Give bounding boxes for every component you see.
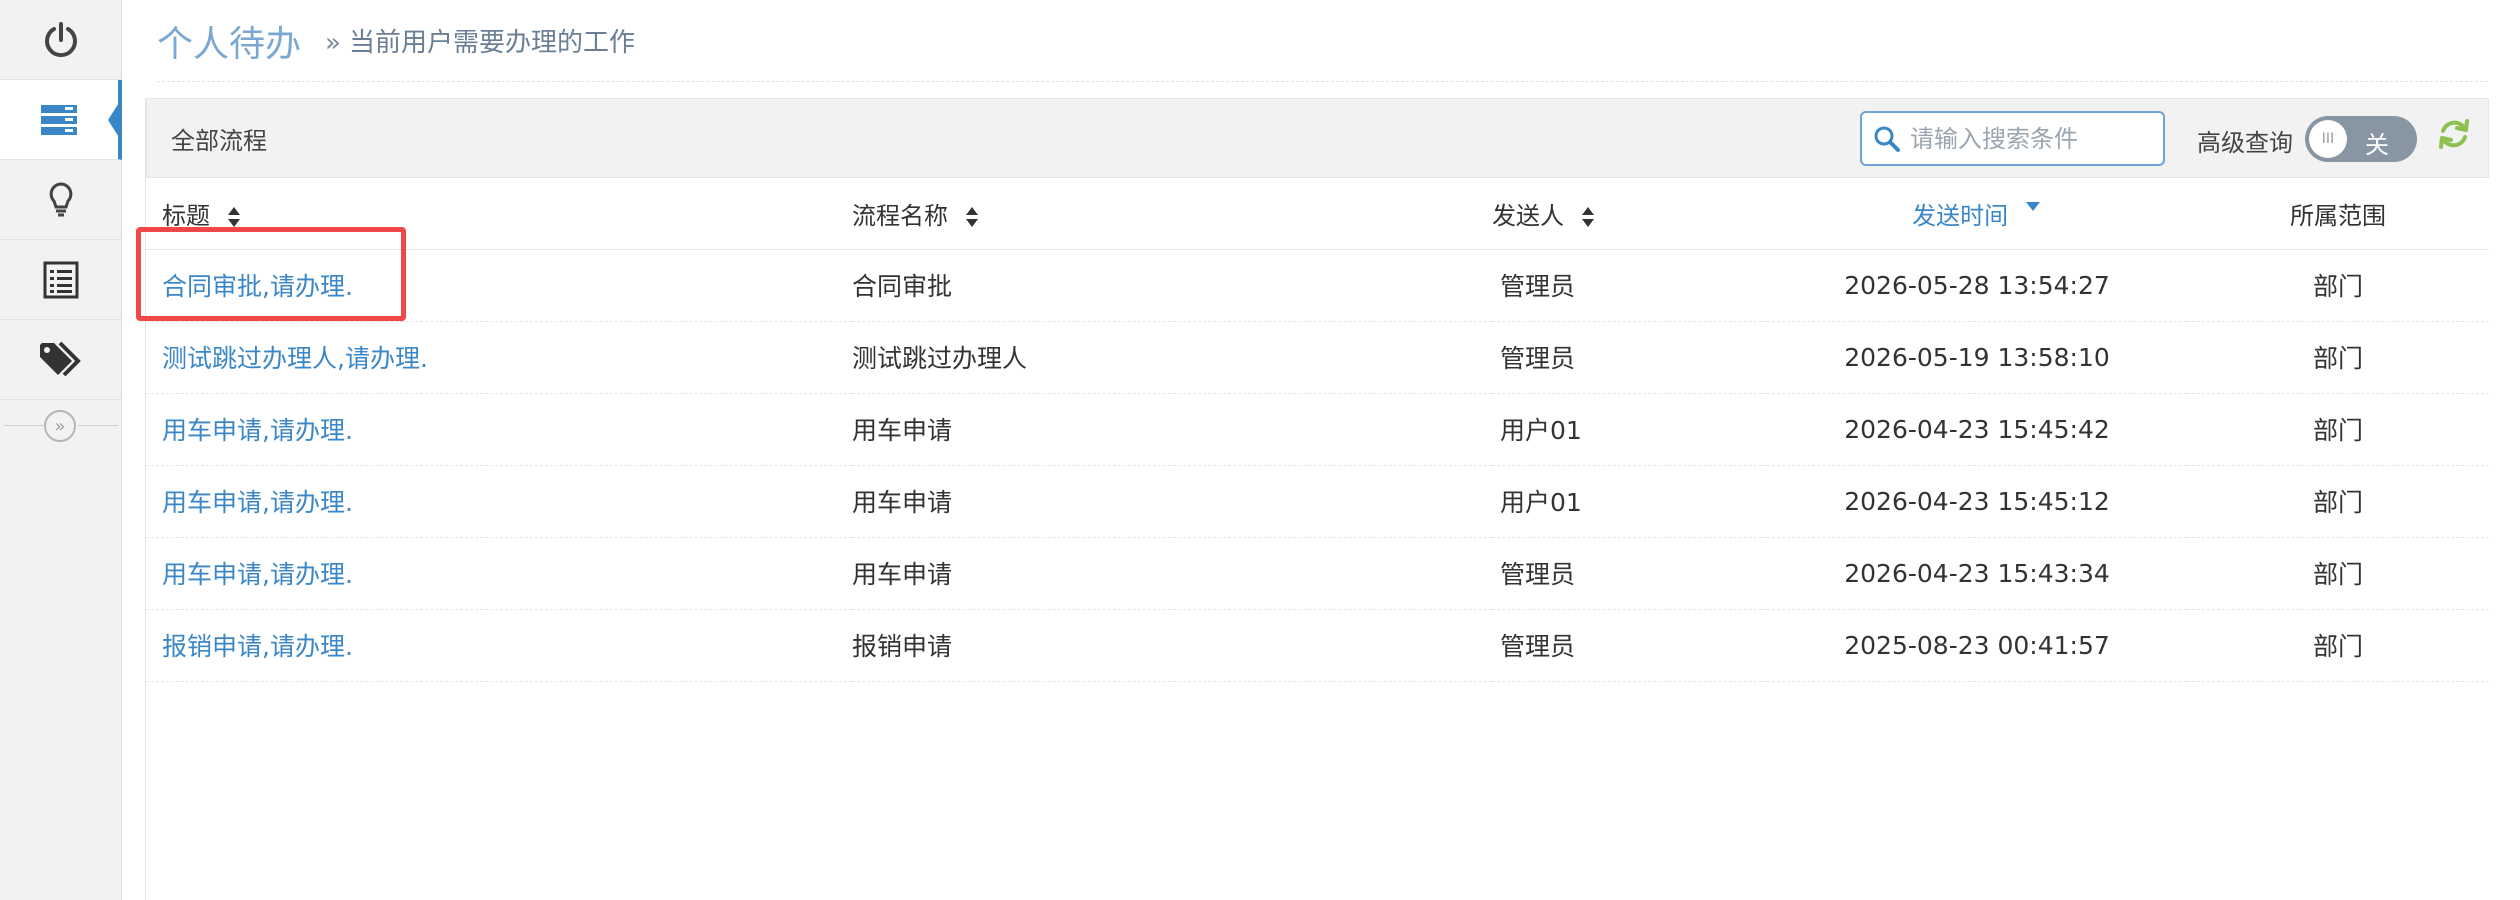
title-link[interactable]: 用车申请,请办理. bbox=[162, 488, 353, 517]
cell-flow: 测试跳过办理人 bbox=[852, 321, 1492, 394]
cell-title: 合同审批,请办理. bbox=[136, 227, 852, 322]
title-link[interactable]: 用车申请,请办理. bbox=[162, 560, 353, 589]
sidebar-item-documents[interactable] bbox=[0, 240, 122, 320]
advanced-query-toggle[interactable]: III 关 bbox=[2305, 116, 2417, 162]
chevron-right-icon: » bbox=[325, 28, 341, 58]
page-subtitle-text: 当前用户需要办理的工作 bbox=[348, 28, 635, 58]
column-header-flow[interactable]: 流程名称 bbox=[852, 178, 1492, 250]
cell-sender: 管理员 bbox=[1492, 609, 1767, 682]
cell-title: 用车申请,请办理. bbox=[146, 537, 852, 610]
page-title: 个人待办 bbox=[157, 23, 302, 65]
sidebar-collapse-button[interactable]: » bbox=[0, 400, 122, 450]
cell-scope: 部门 bbox=[2187, 393, 2489, 466]
workflow-panel: 全部流程 高级查询 III 关 bbox=[136, 98, 2489, 900]
table-row[interactable]: 用车申请,请办理. 用车申请 用户01 2026-04-23 15:45:42 部门 bbox=[146, 393, 2489, 466]
table-row[interactable]: 合同审批,请办理. 合同审批 管理员 2026-05-28 13:54:27 部门 bbox=[136, 227, 2489, 322]
cell-flow: 用车申请 bbox=[852, 393, 1492, 466]
title-link[interactable]: 合同审批,请办理. bbox=[136, 227, 406, 321]
search-icon bbox=[1874, 126, 1900, 152]
table-row[interactable]: 用车申请,请办理. 用车申请 管理员 2026-04-23 15:43:34 部门 bbox=[146, 537, 2489, 610]
page-header: 个人待办 » 当前用户需要办理的工作 bbox=[157, 0, 2488, 82]
lightbulb-icon bbox=[49, 181, 73, 216]
cell-title: 报销申请,请办理. bbox=[146, 609, 852, 682]
cell-scope: 部门 bbox=[2187, 537, 2489, 610]
sidebar-item-power[interactable] bbox=[0, 0, 122, 80]
tags-icon bbox=[40, 341, 81, 376]
table-row[interactable]: 测试跳过办理人,请办理. 测试跳过办理人 管理员 2026-05-19 13:58:1… bbox=[146, 321, 2489, 394]
cell-time: 2026-05-19 13:58:10 bbox=[1767, 321, 2187, 394]
toolbar: 全部流程 高级查询 III 关 bbox=[146, 98, 2489, 178]
cell-flow: 合同审批 bbox=[852, 249, 1492, 322]
column-header-scope[interactable]: 所属范围 bbox=[2187, 178, 2489, 250]
workflow-table: 标题 流程名称 发送人 发送时间 所属范围 合同审批,请办理. 合同审批 管理员… bbox=[136, 178, 2489, 682]
cell-title: 用车申请,请办理. bbox=[146, 465, 852, 538]
table-row[interactable]: 用车申请,请办理. 用车申请 用户01 2026-04-23 15:45:12 部门 bbox=[146, 465, 2489, 538]
cell-flow: 用车申请 bbox=[852, 465, 1492, 538]
sidebar-item-ideas[interactable] bbox=[0, 160, 122, 240]
toolbar-label: 全部流程 bbox=[171, 127, 267, 155]
sort-desc-icon bbox=[2025, 201, 2040, 211]
cell-sender: 管理员 bbox=[1492, 537, 1767, 610]
cell-time: 2026-04-23 15:45:42 bbox=[1767, 393, 2187, 466]
cell-time: 2026-04-23 15:45:12 bbox=[1767, 465, 2187, 538]
search-box[interactable] bbox=[1860, 111, 2165, 166]
cell-sender: 管理员 bbox=[1492, 321, 1767, 394]
toggle-state-label: 关 bbox=[2365, 131, 2389, 159]
cell-sender: 用户01 bbox=[1492, 393, 1767, 466]
cell-sender: 用户01 bbox=[1492, 465, 1767, 538]
table-header-row: 标题 流程名称 发送人 发送时间 所属范围 bbox=[146, 178, 2489, 250]
double-chevron-right-icon: » bbox=[44, 410, 76, 442]
cell-flow: 报销申请 bbox=[852, 609, 1492, 682]
cell-title: 用车申请,请办理. bbox=[146, 393, 852, 466]
cell-title: 测试跳过办理人,请办理. bbox=[146, 321, 852, 394]
sidebar-item-tags[interactable] bbox=[0, 320, 122, 400]
column-header-time[interactable]: 发送时间 bbox=[1767, 178, 2187, 250]
power-icon bbox=[45, 21, 77, 57]
main-content: 个人待办 »当前用户需要办理的工作 全部流程 高级查询 III 关 bbox=[136, 0, 2489, 900]
cell-scope: 部门 bbox=[2187, 321, 2489, 394]
cell-flow: 用车申请 bbox=[852, 537, 1492, 610]
sidebar: » bbox=[0, 0, 122, 900]
cell-time: 2025-08-23 00:41:57 bbox=[1767, 609, 2187, 682]
table-row[interactable]: 报销申请,请办理. 报销申请 管理员 2025-08-23 00:41:57 部门 bbox=[146, 609, 2489, 682]
cell-scope: 部门 bbox=[2187, 465, 2489, 538]
toggle-knob: III bbox=[2309, 120, 2347, 158]
title-link[interactable]: 测试跳过办理人,请办理. bbox=[162, 344, 428, 373]
cell-scope: 部门 bbox=[2187, 609, 2489, 682]
list-icon bbox=[41, 104, 77, 135]
document-list-icon bbox=[43, 261, 79, 298]
title-link[interactable]: 用车申请,请办理. bbox=[162, 416, 353, 445]
sort-icon bbox=[227, 206, 240, 227]
refresh-icon[interactable] bbox=[2437, 117, 2471, 151]
sidebar-item-list[interactable] bbox=[0, 80, 122, 160]
active-indicator bbox=[108, 98, 122, 142]
sort-icon bbox=[965, 206, 978, 227]
cell-scope: 部门 bbox=[2187, 249, 2489, 322]
page-subtitle: » 当前用户需要办理的工作 bbox=[325, 22, 635, 59]
column-header-sender[interactable]: 发送人 bbox=[1492, 178, 1767, 250]
search-input[interactable] bbox=[1910, 124, 2150, 153]
cell-sender: 管理员 bbox=[1492, 249, 1767, 322]
sort-icon bbox=[1581, 206, 1594, 227]
cell-time: 2026-04-23 15:43:34 bbox=[1767, 537, 2187, 610]
title-link[interactable]: 报销申请,请办理. bbox=[162, 632, 353, 661]
advanced-query-label: 高级查询 bbox=[2197, 129, 2293, 157]
cell-time: 2026-05-28 13:54:27 bbox=[1767, 249, 2187, 322]
